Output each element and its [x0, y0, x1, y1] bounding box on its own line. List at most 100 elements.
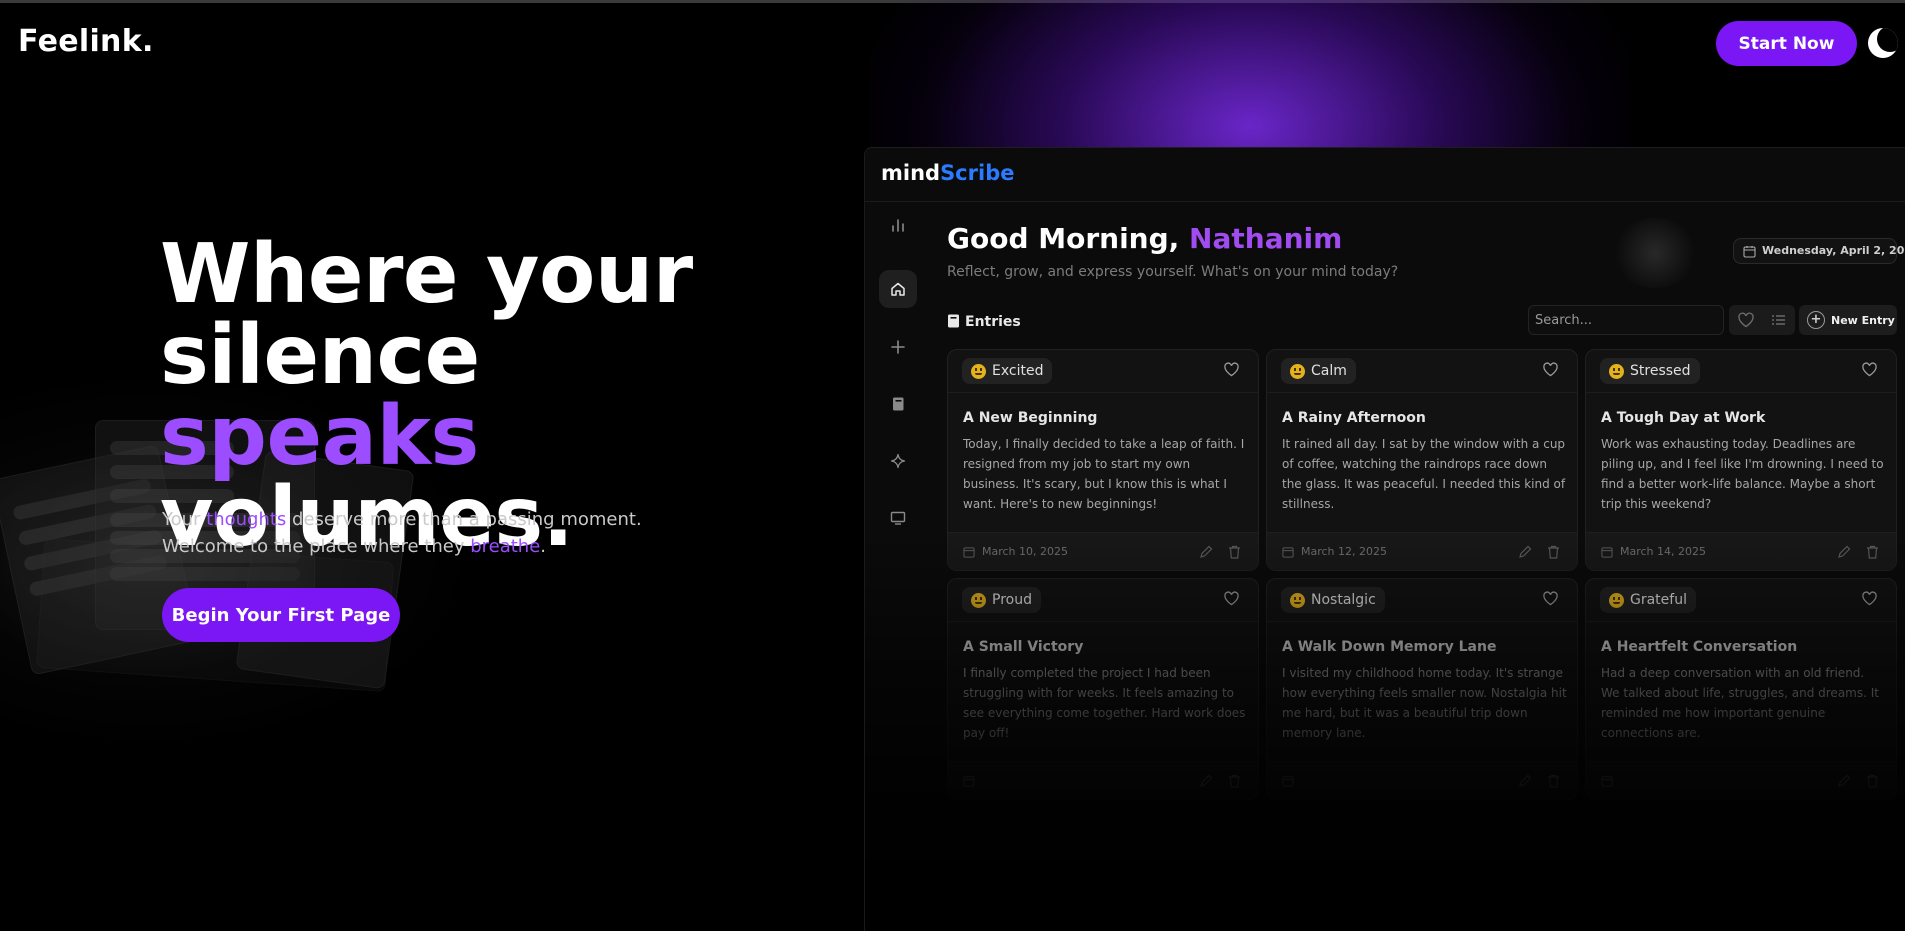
- trash-icon[interactable]: [1866, 774, 1879, 788]
- journal-card[interactable]: Grateful A Heartfelt Conversation Had a …: [1585, 578, 1897, 800]
- calendar-icon: [963, 776, 975, 787]
- calendar-icon: [963, 547, 975, 558]
- edit-icon[interactable]: [1199, 774, 1213, 788]
- moon-icon[interactable]: [1868, 28, 1898, 58]
- smile-emoji-icon: [1609, 364, 1624, 379]
- edit-icon[interactable]: [1837, 774, 1851, 788]
- entry-body: It rained all day. I sat by the window w…: [1282, 437, 1566, 511]
- heart-icon[interactable]: [1861, 591, 1878, 606]
- app-header: mindScribe: [865, 148, 1905, 202]
- journal-card[interactable]: Proud A Small Victory I finally complete…: [947, 578, 1259, 800]
- card-footer: March 14, 2025: [1586, 532, 1896, 570]
- trash-icon[interactable]: [1547, 545, 1560, 559]
- journal-card[interactable]: Nostalgic A Walk Down Memory Lane I visi…: [1266, 578, 1578, 800]
- entry-title: A Walk Down Memory Lane: [1282, 639, 1497, 655]
- mood-badge: Excited: [962, 358, 1053, 384]
- hero-sub-text: Welcome to the place where they: [162, 536, 471, 557]
- smile-emoji-icon: [1609, 593, 1624, 608]
- decorative-blur: [1610, 218, 1700, 288]
- mood-badge: Stressed: [1600, 358, 1700, 384]
- brand-mind: mind: [881, 161, 941, 185]
- trash-icon[interactable]: [1547, 774, 1560, 788]
- card-divider: [1267, 392, 1577, 393]
- app-brand[interactable]: mindScribe: [881, 161, 1014, 185]
- heart-icon[interactable]: [1861, 362, 1878, 377]
- purple-glow: [870, 0, 1630, 170]
- hero-title-line-1: Where your: [160, 227, 693, 322]
- begin-first-page-button[interactable]: Begin Your First Page: [162, 588, 400, 642]
- edit-icon[interactable]: [1518, 774, 1532, 788]
- search-input[interactable]: [1528, 305, 1724, 335]
- entry-body: I finally completed the project I had be…: [963, 666, 1246, 740]
- chart-icon[interactable]: [879, 206, 917, 244]
- view-toggle-group: [1729, 305, 1795, 335]
- entry-date: March 10, 2025: [982, 545, 1069, 558]
- site-logo[interactable]: Feelink.: [18, 24, 154, 59]
- hero-sub-text: .: [540, 536, 546, 557]
- entry-title: A Heartfelt Conversation: [1601, 639, 1798, 655]
- new-entry-button[interactable]: + New Entry: [1799, 305, 1897, 335]
- hero-title-line-2: silence speaks: [160, 315, 800, 478]
- hero-sub-text: Your: [162, 509, 207, 530]
- date-badge: Wednesday, April 2, 2025: [1733, 238, 1905, 264]
- journal-card[interactable]: Excited A New Beginning Today, I finally…: [947, 349, 1259, 571]
- trash-icon[interactable]: [1228, 774, 1241, 788]
- mood-badge: Calm: [1281, 358, 1356, 384]
- trash-icon[interactable]: [1228, 545, 1241, 559]
- card-divider: [1586, 621, 1896, 622]
- mood-badge: Grateful: [1600, 587, 1696, 613]
- mood-label: Stressed: [1630, 363, 1691, 379]
- smile-emoji-icon: [1290, 364, 1305, 379]
- heart-icon[interactable]: [1542, 362, 1559, 377]
- smile-emoji-icon: [971, 364, 986, 379]
- heart-icon[interactable]: [1542, 591, 1559, 606]
- mood-label: Calm: [1311, 363, 1347, 379]
- mood-label: Nostalgic: [1311, 592, 1376, 608]
- journal-card[interactable]: Calm A Rainy Afternoon It rained all day…: [1266, 349, 1578, 571]
- greeting-text: Good Morning,: [947, 222, 1190, 255]
- heart-icon[interactable]: [1223, 362, 1240, 377]
- entries-heading: Entries: [947, 312, 1021, 330]
- book-icon[interactable]: [879, 385, 917, 423]
- card-divider: [1586, 392, 1896, 393]
- card-footer: March 12, 2025: [1267, 532, 1577, 570]
- greeting-subtitle: Reflect, grow, and express yourself. Wha…: [947, 264, 1399, 280]
- app-preview: mindScribe Good Morning, Nathanim Reflec…: [864, 147, 1905, 931]
- entry-body: I visited my childhood home today. It's …: [1282, 666, 1567, 740]
- mood-label: Excited: [992, 363, 1044, 379]
- entry-date: March 12, 2025: [1301, 545, 1388, 558]
- edit-icon[interactable]: [1837, 545, 1851, 559]
- smile-emoji-icon: [971, 593, 986, 608]
- edit-icon[interactable]: [1518, 545, 1532, 559]
- calendar-icon: [1743, 246, 1756, 258]
- trash-icon[interactable]: [1866, 545, 1879, 559]
- user-name: Nathanim: [1189, 222, 1343, 255]
- list-view-icon[interactable]: [1771, 312, 1787, 328]
- card-footer: [948, 761, 1258, 799]
- monitor-icon[interactable]: [879, 499, 917, 537]
- mood-badge: Proud: [962, 587, 1041, 613]
- card-footer: March 10, 2025: [948, 532, 1258, 570]
- mood-badge: Nostalgic: [1281, 587, 1385, 613]
- edit-icon[interactable]: [1199, 545, 1213, 559]
- sparkle-icon[interactable]: [879, 442, 917, 480]
- heart-icon[interactable]: [1223, 591, 1240, 606]
- journal-card[interactable]: Stressed A Tough Day at Work Work was ex…: [1585, 349, 1897, 571]
- card-divider: [1267, 621, 1577, 622]
- entry-body: Today, I finally decided to take a leap …: [963, 437, 1245, 511]
- mood-label: Grateful: [1630, 592, 1687, 608]
- calendar-icon: [1282, 547, 1294, 558]
- calendar-icon: [1282, 776, 1294, 787]
- top-border: [0, 0, 1905, 3]
- entry-title: A Rainy Afternoon: [1282, 410, 1426, 426]
- calendar-icon: [1601, 776, 1613, 787]
- landing-page: Feelink. Start Now Where your silence sp…: [0, 0, 1905, 931]
- smile-emoji-icon: [1290, 593, 1305, 608]
- book-icon: [948, 314, 959, 328]
- home-icon[interactable]: [879, 270, 917, 308]
- start-now-button[interactable]: Start Now: [1716, 21, 1857, 66]
- hero-sub-accent: thoughts: [206, 509, 287, 530]
- heart-filter-icon[interactable]: [1737, 312, 1755, 328]
- entry-date: March 14, 2025: [1620, 545, 1707, 558]
- plus-icon[interactable]: [879, 328, 917, 366]
